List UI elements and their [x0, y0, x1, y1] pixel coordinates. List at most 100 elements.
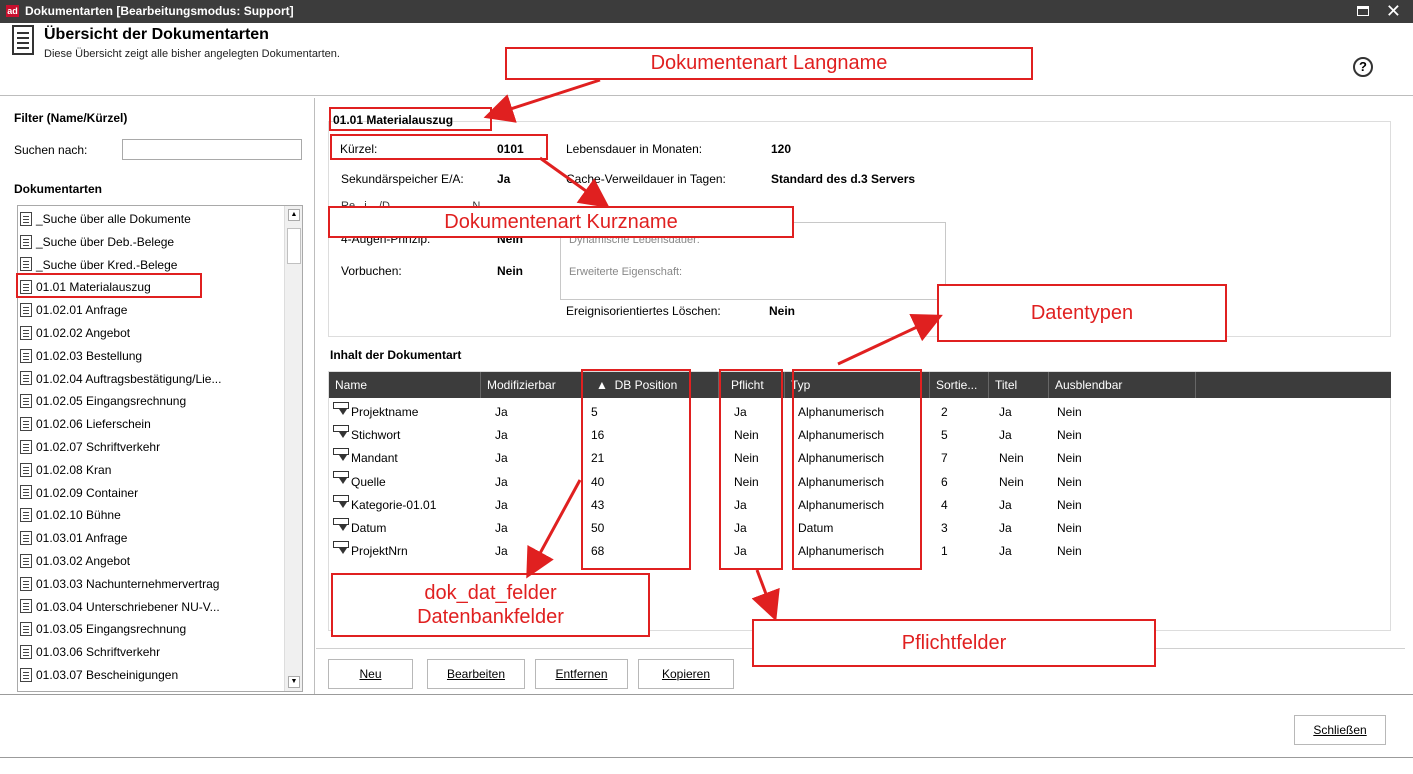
doclist-item[interactable]: 01.02.10 Bühne — [20, 504, 282, 526]
col-ausblendbar[interactable]: Ausblendbar — [1049, 372, 1196, 398]
ereignis-loeschen-value: Nein — [769, 304, 796, 318]
doclist-item[interactable]: 01.03.02 Angebot — [20, 550, 282, 572]
doclist-item[interactable]: 01.02.01 Anfrage — [20, 299, 282, 321]
field-icon — [333, 494, 349, 511]
list-scrollbar[interactable]: ▲ ▼ — [284, 206, 302, 691]
document-icon — [20, 257, 32, 272]
cell-name: Mandant — [333, 447, 398, 469]
col-modifizierbar[interactable]: Modifizierbar — [481, 372, 582, 398]
app-logo: ad — [6, 5, 19, 17]
schliessen-button[interactable]: Schließen — [1294, 715, 1386, 745]
doclist-item[interactable]: 01.03.07 Bescheinigungen — [20, 664, 282, 686]
cell-sortierung: 2 — [941, 401, 948, 423]
cell-ausblendbar: Nein — [1057, 540, 1082, 562]
document-icon — [20, 348, 32, 363]
lebensdauer-label: Lebensdauer in Monaten: — [566, 142, 703, 156]
doclist-item-label: 01.03.05 Eingangsrechnung — [36, 622, 187, 637]
doclist-item[interactable]: 01.03.06 Schriftverkehr — [20, 641, 282, 663]
doclist-item-label: 01.02.09 Container — [36, 485, 139, 500]
vorbuchen-label: Vorbuchen: — [341, 264, 402, 278]
doclist-item[interactable]: _Suche über Deb.-Belege — [20, 231, 282, 253]
cell-ausblendbar-text: Nein — [1057, 521, 1082, 535]
cell-sortierung: 1 — [941, 540, 948, 562]
doclist-item-label: 01.02.06 Lieferschein — [36, 417, 151, 432]
page-title: Übersicht der Dokumentarten — [44, 26, 269, 43]
cell-ausblendbar-text: Nein — [1057, 405, 1082, 419]
cell-modifizierbar: Ja — [495, 401, 508, 423]
cell-titel: Nein — [999, 447, 1024, 469]
scroll-up-icon[interactable]: ▲ — [288, 209, 300, 221]
cell-modifizierbar: Ja — [495, 471, 508, 493]
doclist-item[interactable]: 01.03.05 Eingangsrechnung — [20, 618, 282, 640]
cell-sortierung: 5 — [941, 424, 948, 446]
document-icon — [20, 531, 32, 546]
cell-modifizierbar: Ja — [495, 517, 508, 539]
cell-ausblendbar: Nein — [1057, 471, 1082, 493]
close-button[interactable]: ✕ — [1386, 1, 1401, 21]
help-icon[interactable]: ? — [1353, 57, 1373, 77]
cell-ausblendbar-text: Nein — [1057, 474, 1082, 489]
entfernen-button[interactable]: Entfernen — [535, 659, 628, 689]
doclist-item[interactable]: 01.02.07 Schriftverkehr — [20, 436, 282, 458]
scroll-down-icon[interactable]: ▼ — [288, 676, 300, 688]
cell-sortierung-text: 1 — [941, 544, 948, 559]
search-input[interactable] — [122, 139, 302, 160]
doclist-item[interactable]: 01.02.02 Angebot — [20, 322, 282, 344]
document-icon — [20, 394, 32, 409]
cell-name: Stichwort — [333, 424, 400, 446]
doclist-item-label: 01.02.02 Angebot — [36, 326, 131, 340]
document-icon — [20, 599, 32, 614]
cell-sortierung-text: 3 — [941, 521, 948, 535]
document-icon — [20, 622, 32, 637]
cell-titel: Ja — [999, 424, 1012, 446]
doclist-item[interactable]: 01.03.03 Nachunternehmervertrag — [20, 573, 282, 595]
cell-titel: Ja — [999, 517, 1012, 539]
annotation-datentypen-label: Datentypen — [937, 284, 1227, 342]
vorbuchen-value: Nein — [497, 264, 524, 278]
doclist-item[interactable]: _Suche über alle Dokumente — [20, 208, 282, 230]
doclist-item-label: 01.02.05 Eingangsrechnung — [36, 394, 187, 409]
document-icon — [20, 371, 32, 386]
doclist-item[interactable]: 01.03.04 Unterschriebener NU-V... — [20, 596, 282, 618]
cache-label: Cache-Verweildauer in Tagen: — [566, 172, 726, 186]
document-icon — [20, 234, 32, 249]
cell-titel: Ja — [999, 494, 1012, 516]
field-icon — [333, 448, 349, 464]
doclist-item[interactable]: 01.02.08 Kran — [20, 459, 282, 481]
cell-name-text: Datum — [351, 521, 387, 535]
window-title: Dokumentarten [Bearbeitungsmodus: Suppor… — [25, 4, 294, 18]
cell-modifizierbar: Ja — [495, 494, 508, 516]
cell-name-text: Quelle — [351, 474, 386, 489]
document-icon — [20, 417, 32, 432]
cell-sortierung-text: 7 — [941, 451, 948, 466]
annotation-kurzname-label: Dokumentenart Kurzname — [328, 206, 794, 238]
bearbeiten-button[interactable]: Bearbeiten — [427, 659, 525, 689]
annotation-pflicht-box — [719, 369, 783, 570]
scroll-thumb[interactable] — [287, 228, 301, 264]
sekundaerspeicher-value: Ja — [497, 172, 511, 186]
document-icon — [20, 303, 32, 318]
kopieren-button[interactable]: Kopieren — [638, 659, 734, 689]
neu-button[interactable]: Neu — [328, 659, 413, 689]
annotation-langname-box — [329, 107, 492, 131]
col-sortierung[interactable]: Sortie... — [930, 372, 989, 398]
col-name[interactable]: Name — [329, 372, 481, 398]
doclist-item[interactable]: 01.02.03 Bestellung — [20, 345, 282, 367]
cell-modifizierbar-text: Ja — [495, 451, 508, 466]
doclist-item[interactable]: 01.02.09 Container — [20, 482, 282, 504]
doclist-item-label: 01.02.01 Anfrage — [36, 303, 128, 318]
cell-name-text: Kategorie-01.01 — [351, 497, 437, 512]
cell-ausblendbar-text: Nein — [1057, 544, 1082, 559]
cell-sortierung-text: 2 — [941, 405, 948, 419]
sekundaerspeicher-label: Sekundärspeicher E/A: — [341, 172, 464, 186]
filter-heading: Filter (Name/Kürzel) — [14, 111, 128, 125]
doclist-item[interactable]: 01.02.04 Auftragsbestätigung/Lie... — [20, 368, 282, 390]
doclist-item[interactable]: 01.03.01 Anfrage — [20, 527, 282, 549]
doclist-item[interactable]: 01.02.05 Eingangsrechnung — [20, 390, 282, 412]
col-titel[interactable]: Titel — [989, 372, 1049, 398]
page-subtitle: Diese Übersicht zeigt alle bisher angele… — [44, 48, 340, 60]
maximize-button[interactable] — [1357, 6, 1369, 16]
doclist-item[interactable]: 01.02.06 Lieferschein — [20, 413, 282, 435]
cell-name: ProjektNrn — [333, 540, 408, 562]
doclist-item-label: 01.03.03 Nachunternehmervertrag — [36, 576, 220, 591]
